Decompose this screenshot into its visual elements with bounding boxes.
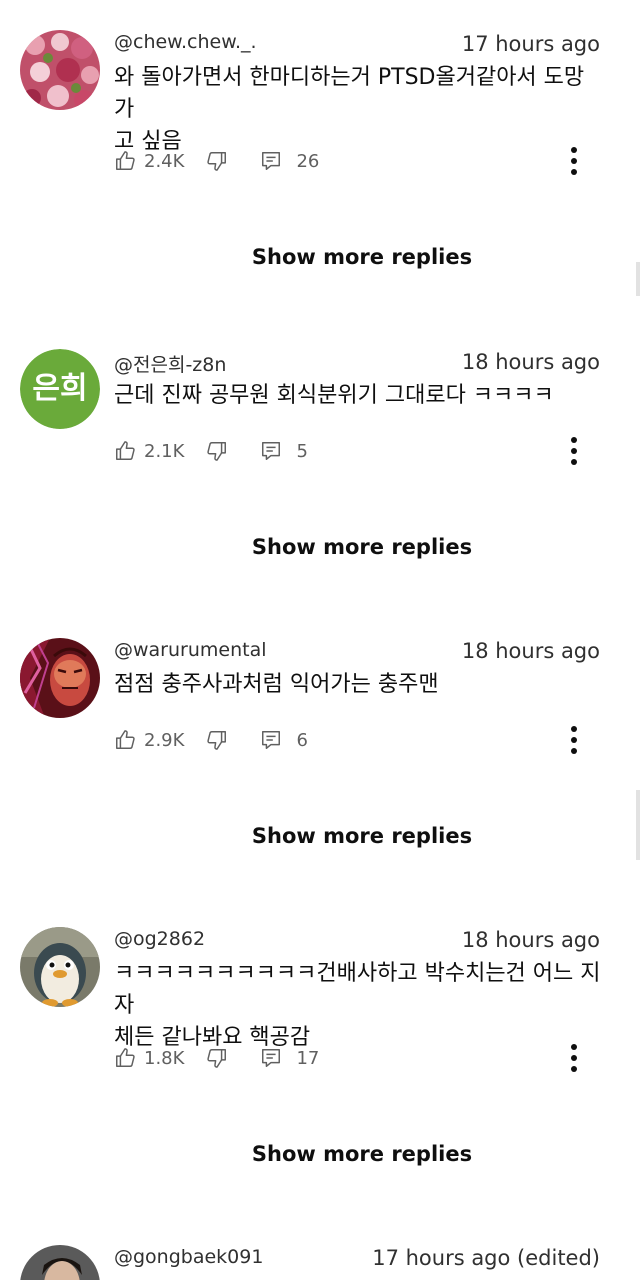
comment-timestamp[interactable]: 18 hours ago — [462, 350, 600, 374]
show-more-replies-button[interactable]: Show more replies — [0, 535, 640, 559]
thumbs-up-icon[interactable] — [114, 150, 136, 172]
reply-count: 26 — [296, 150, 320, 172]
avatar-initials: 은희 — [32, 371, 88, 406]
scroll-indicator — [636, 790, 640, 860]
comment-text: 점점 충주사과처럼 익어가는 충주맨 — [114, 669, 602, 701]
comment-text-line: 근데 진짜 공무원 회식분위기 그대로다 ㅋㅋㅋㅋ — [114, 383, 554, 408]
comment-actions: 2.1K 5 — [114, 438, 308, 464]
comment-author[interactable]: @gongbaek091 — [114, 1246, 263, 1268]
reply-icon[interactable] — [260, 729, 282, 751]
avatar[interactable] — [20, 638, 100, 718]
anime-character-avatar-icon — [20, 638, 100, 718]
comment-text: 와 돌아가면서 한마디하는거 PTSD올거같아서 도망가 고 싶음 — [114, 62, 602, 158]
reply-icon[interactable] — [260, 440, 282, 462]
reply-icon[interactable] — [260, 150, 282, 172]
reply-count: 17 — [296, 1047, 320, 1069]
more-options-icon[interactable] — [564, 725, 584, 755]
thumbs-up-icon[interactable] — [114, 729, 136, 751]
comment-timestamp[interactable]: 17 hours ago (edited) — [372, 1246, 600, 1270]
comment-author[interactable]: @chew.chew._. — [114, 31, 257, 53]
comment-author[interactable]: @전은희-z8n — [114, 350, 226, 377]
avatar[interactable] — [20, 1245, 100, 1280]
like-count: 2.9K — [144, 729, 185, 751]
thumbs-down-icon[interactable] — [206, 150, 228, 172]
thumbs-down-icon[interactable] — [206, 440, 228, 462]
thumbs-down-icon[interactable] — [206, 1047, 228, 1069]
thumbs-up-icon[interactable] — [114, 440, 136, 462]
flower-avatar-icon — [20, 30, 100, 110]
show-more-replies-button[interactable]: Show more replies — [0, 1142, 640, 1166]
avatar[interactable]: 은희 — [20, 349, 100, 429]
comment-timestamp[interactable]: 17 hours ago — [462, 32, 600, 56]
more-options-icon[interactable] — [564, 436, 584, 466]
comments-page: @chew.chew._. 17 hours ago 와 돌아가면서 한마디하는… — [0, 0, 640, 1280]
avatar[interactable] — [20, 30, 100, 110]
like-count: 1.8K — [144, 1047, 185, 1069]
comment-text-line: ㅋㅋㅋㅋㅋㅋㅋㅋㅋㅋ건배사하고 박수치는건 어느 지자 — [114, 961, 601, 1018]
show-more-replies-button[interactable]: Show more replies — [0, 824, 640, 848]
comment-actions: 2.9K 6 — [114, 727, 308, 753]
more-options-icon[interactable] — [564, 1043, 584, 1073]
show-more-replies-button[interactable]: Show more replies — [0, 245, 640, 269]
like-count: 2.4K — [144, 150, 185, 172]
thumbs-up-icon[interactable] — [114, 1047, 136, 1069]
comment-text: 근데 진짜 공무원 회식분위기 그대로다 ㅋㅋㅋㅋ — [114, 380, 602, 412]
more-options-icon[interactable] — [564, 146, 584, 176]
comment-text: ㅋㅋㅋㅋㅋㅋㅋㅋㅋㅋ건배사하고 박수치는건 어느 지자 체든 같나봐요 핵공감 — [114, 958, 602, 1054]
comment-actions: 1.8K 17 — [114, 1045, 319, 1071]
penguin-avatar-icon — [20, 927, 100, 1007]
comment-actions: 2.4K 26 — [114, 148, 319, 174]
reply-count: 5 — [296, 440, 308, 462]
comment-text-line: 와 돌아가면서 한마디하는거 PTSD올거같아서 도망가 — [114, 65, 585, 122]
avatar[interactable] — [20, 927, 100, 1007]
comment-timestamp[interactable]: 18 hours ago — [462, 639, 600, 663]
comment-text-line: 점점 충주사과처럼 익어가는 충주맨 — [114, 672, 439, 697]
scroll-indicator — [636, 262, 640, 296]
person-avatar-icon — [20, 1245, 100, 1280]
thumbs-down-icon[interactable] — [206, 729, 228, 751]
reply-count: 6 — [296, 729, 308, 751]
reply-icon[interactable] — [260, 1047, 282, 1069]
comment-timestamp[interactable]: 18 hours ago — [462, 928, 600, 952]
like-count: 2.1K — [144, 440, 185, 462]
comment-author[interactable]: @og2862 — [114, 928, 205, 950]
comment-author[interactable]: @warurumental — [114, 639, 267, 661]
